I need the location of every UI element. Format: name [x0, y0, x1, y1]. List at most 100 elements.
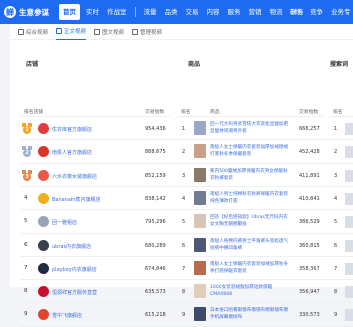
- goods-title-link[interactable]: 南极人女士保暖内衣套装加厚加绒德绒打底秋冬季保暖套装: [210, 144, 290, 158]
- goods-title-link[interactable]: 1000女装羽绒服加厚短款保暖CMA0848: [210, 284, 290, 298]
- search-thumbnail[interactable]: [345, 123, 353, 135]
- shop-avatar[interactable]: [38, 169, 49, 181]
- shop-name-link[interactable]: playboy内衣旗舰店: [52, 266, 97, 273]
- shop-rank: 4: [24, 194, 28, 201]
- shop-name-link[interactable]: 回一雅租店: [52, 219, 77, 226]
- nav-right-item[interactable]: 市场: [285, 0, 306, 24]
- shop-sales-index: 795,296: [145, 219, 166, 226]
- nav-item[interactable]: 交易: [182, 0, 203, 24]
- search-thumbnail[interactable]: [345, 309, 353, 322]
- search-rank-header: 排名: [333, 110, 343, 115]
- shop-name-link[interactable]: 雪中飞旗舰店: [52, 312, 82, 319]
- nav-item[interactable]: 营销: [245, 0, 266, 24]
- shop-name-link[interactable]: 南极人官方旗舰店: [52, 149, 92, 156]
- goods-thumbnail[interactable]: [194, 237, 206, 252]
- goods-title-link[interactable]: 南极人女士保暖内衣套装加绒加厚秋冬季打底保暖衣套装: [210, 261, 290, 275]
- search-rank: 9: [334, 312, 338, 319]
- shop-name-link[interactable]: 优衣库官方旗舰店: [52, 126, 92, 133]
- nav-right-item[interactable]: 竞争: [306, 0, 327, 24]
- app-title: 生意参谋: [19, 7, 49, 17]
- search-thumbnail[interactable]: [345, 216, 353, 229]
- ranking-row: 5 回一雅租店 795,296 5 回答【好后感知款】Ubras无尺码内衣女文胸无钢圈聚…: [10, 210, 353, 234]
- tab-item[interactable]: 图文视频: [94, 24, 124, 40]
- goods-rank: 9: [182, 312, 186, 319]
- search-rank: 2: [334, 149, 338, 156]
- app-logo[interactable]: 蝉 生意参谋: [4, 6, 49, 18]
- goods-sales-index: 666,257: [299, 126, 320, 132]
- search-thumbnail[interactable]: [345, 146, 353, 159]
- tab-icon: [132, 28, 139, 35]
- ranking-row: 6 ubras内衣旗舰店 680,289 6 南极人纯棉内裤男士平角裤头宽松透气短裤中腰…: [10, 234, 353, 258]
- shop-name-link[interactable]: ubras内衣旗舰店: [52, 243, 91, 250]
- goods-rank: 2: [182, 149, 186, 156]
- goods-title-link[interactable]: 南极人纯棉内裤男士平角裤头宽松透气短裤中腰四角裤: [210, 238, 290, 252]
- search-thumbnail[interactable]: [345, 239, 353, 252]
- nav-item[interactable]: 服务: [224, 0, 245, 24]
- tab-item[interactable]: 正文视频: [56, 24, 87, 40]
- main-nav: 首页 实时 作战室 流量 品类 交易 内容 服务 营销 物流 财务: [57, 0, 308, 24]
- goods-thumbnail[interactable]: [194, 284, 206, 299]
- ranking-row: 2 南极人官方旗舰店 888,675 2 南极人女士保暖内衣套装加厚加绒德绒打底秋冬季保…: [10, 140, 353, 164]
- goods-sales-index: 360,815: [299, 242, 320, 249]
- goods-thumbnail[interactable]: [194, 190, 206, 205]
- goods-title-link[interactable]: 回一元大码男装雪纺大衣宽松显瘦加肥显瘦休闲潮男外套: [210, 121, 290, 135]
- tab-item[interactable]: 管理视频: [132, 24, 162, 40]
- nav-item[interactable]: 内容: [203, 0, 224, 24]
- search-thumbnail[interactable]: [345, 169, 353, 182]
- goods-rank: 8: [182, 289, 186, 296]
- goods-title-link[interactable]: 日本进口防雾眼镜布擦镜布擦眼镜布擦手机屏幕擦拭布: [210, 307, 290, 321]
- goods-title-link[interactable]: 回答【好后感知款】Ubras无尺码内衣女文胸无钢圈聚拢: [210, 214, 290, 228]
- shop-name-link[interactable]: 六水衣裳女装旗舰店: [52, 173, 97, 180]
- shop-avatar[interactable]: [38, 286, 49, 298]
- goods-thumbnail[interactable]: [194, 260, 206, 275]
- shop-avatar[interactable]: [38, 239, 49, 251]
- shop-name-link[interactable]: 恒源祥官方服务直营: [52, 289, 97, 296]
- goods-sales-index: 410,841: [299, 195, 320, 202]
- main-content: 综合视频 正文视频 图文视频 管理视频 店铺 商品 搜索词 排名店铺 交易指数 排名 …: [10, 24, 353, 327]
- goods-rank-header: 排名: [181, 110, 191, 115]
- goods-title-header: 商品: [210, 110, 220, 115]
- nav-item[interactable]: 品类: [161, 0, 182, 24]
- tab-item[interactable]: 综合视频: [18, 24, 48, 40]
- shop-sales-header[interactable]: 交易指数: [145, 108, 164, 115]
- nav-right-item[interactable]: 业务专: [327, 0, 353, 24]
- goods-title-link[interactable]: 南极人男士纯棉秋衣秋裤保暖内衣套装纯色薄款打底: [210, 191, 290, 205]
- ranking-row: 3 六水衣裳女装旗舰店 852,159 3 蕉内500暖绒加厚保暖内衣男女保暖秋衣秋裤套…: [10, 164, 353, 188]
- shop-avatar[interactable]: [38, 309, 49, 321]
- goods-thumbnail[interactable]: [194, 167, 206, 182]
- goods-thumbnail[interactable]: [194, 121, 206, 135]
- secondary-nav: 市场 竞争 业务专: [285, 0, 353, 24]
- shop-avatar[interactable]: [38, 192, 49, 204]
- search-thumbnail[interactable]: [345, 192, 353, 205]
- search-rank: 3: [334, 172, 338, 179]
- shop-rank: 9: [24, 311, 28, 318]
- goods-title-link[interactable]: 蕉内500暖绒加厚保暖内衣男女保暖秋衣秋裤套装: [210, 168, 290, 182]
- goods-sales-index: 386,529: [299, 219, 320, 226]
- nav-item[interactable]: 物流: [266, 0, 287, 24]
- search-rank: 1: [334, 126, 338, 132]
- goods-thumbnail[interactable]: [194, 214, 206, 229]
- nav-item[interactable]: 首页: [59, 4, 80, 20]
- goods-thumbnail[interactable]: [194, 144, 206, 159]
- shop-sales-index: 615,218: [145, 312, 166, 319]
- shop-sales-index: 838,142: [145, 195, 166, 202]
- goods-sales-index: 452,428: [299, 149, 320, 156]
- goods-sales-index: 358,367: [299, 265, 320, 272]
- search-thumbnail[interactable]: [345, 262, 353, 275]
- shop-avatar[interactable]: [38, 146, 49, 158]
- tab-icon: [18, 28, 24, 35]
- search-rank: 5: [334, 219, 338, 226]
- goods-thumbnail[interactable]: [194, 307, 206, 322]
- nav-item[interactable]: 流量: [140, 0, 161, 24]
- shop-avatar[interactable]: [38, 262, 49, 274]
- search-thumbnail[interactable]: [345, 286, 353, 299]
- shop-avatar[interactable]: [38, 123, 49, 134]
- shop-avatar[interactable]: [38, 216, 49, 228]
- nav-item[interactable]: 作战室: [103, 0, 131, 24]
- ranking-row: 4 Bananain蕉内旗舰店 838,142 4 南极人男士纯棉秋衣秋裤保暖内衣套装纯…: [10, 187, 353, 211]
- goods-sales-index: 411,891: [299, 172, 320, 179]
- tab-label: 管理视频: [140, 29, 163, 36]
- nav-item[interactable]: 实时: [82, 0, 103, 24]
- goods-sales-header[interactable]: 交易指数: [299, 108, 318, 115]
- shop-name-link[interactable]: Bananain蕉内旗舰店: [52, 196, 101, 203]
